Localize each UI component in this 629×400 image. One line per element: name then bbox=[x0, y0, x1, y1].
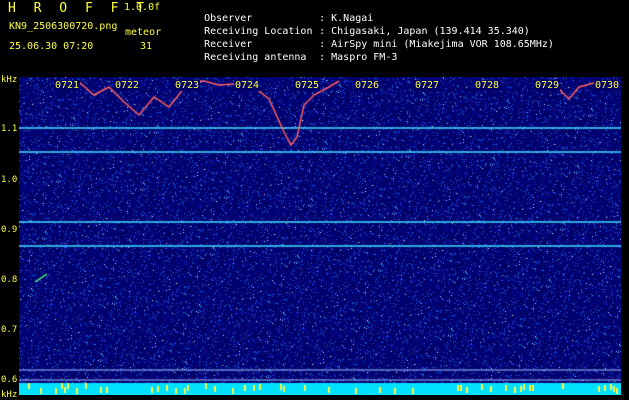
version-label: 1.0.0f bbox=[124, 2, 161, 13]
time-label: 0729 bbox=[534, 80, 561, 91]
time-label: 0723 bbox=[174, 80, 201, 91]
file-name: KN9_2506300720.png bbox=[9, 21, 118, 32]
y-label: 0.9 bbox=[1, 225, 18, 235]
time-label: 0730 bbox=[594, 80, 621, 91]
time-label: 0728 bbox=[474, 80, 501, 91]
antenna-value: : Maspro FM-3 bbox=[319, 52, 398, 63]
axis-bottom-unit: kHz bbox=[1, 390, 18, 400]
time-label: 0724 bbox=[234, 80, 261, 91]
frequency-axis: kHz 1.1 1.0 0.9 0.8 0.7 0.6 kHz bbox=[0, 72, 19, 400]
info-antenna: Receiving antenna : Maspro FM-3 bbox=[180, 41, 397, 74]
meteor-count: 31 bbox=[140, 41, 153, 52]
time-label: 0727 bbox=[414, 80, 441, 91]
time-label: 0726 bbox=[354, 80, 381, 91]
y-label: 1.0 bbox=[1, 175, 18, 185]
header: H R O F F T 1.0.0f KN9_2506300720.png me… bbox=[0, 0, 629, 72]
time-label: 0725 bbox=[294, 80, 321, 91]
date-time: 25.06.30 07:20 bbox=[9, 41, 94, 52]
spectrogram bbox=[19, 77, 621, 395]
y-label: 0.8 bbox=[1, 275, 18, 285]
y-label: 0.7 bbox=[1, 325, 18, 335]
mode-label: meteor bbox=[125, 27, 162, 38]
time-label: 0722 bbox=[114, 80, 141, 91]
y-label: 0.6 bbox=[1, 375, 18, 385]
antenna-label: Receiving antenna bbox=[204, 52, 307, 63]
axis-unit: kHz bbox=[1, 75, 18, 85]
time-label: 0721 bbox=[54, 80, 81, 91]
y-label: 1.1 bbox=[1, 124, 18, 134]
